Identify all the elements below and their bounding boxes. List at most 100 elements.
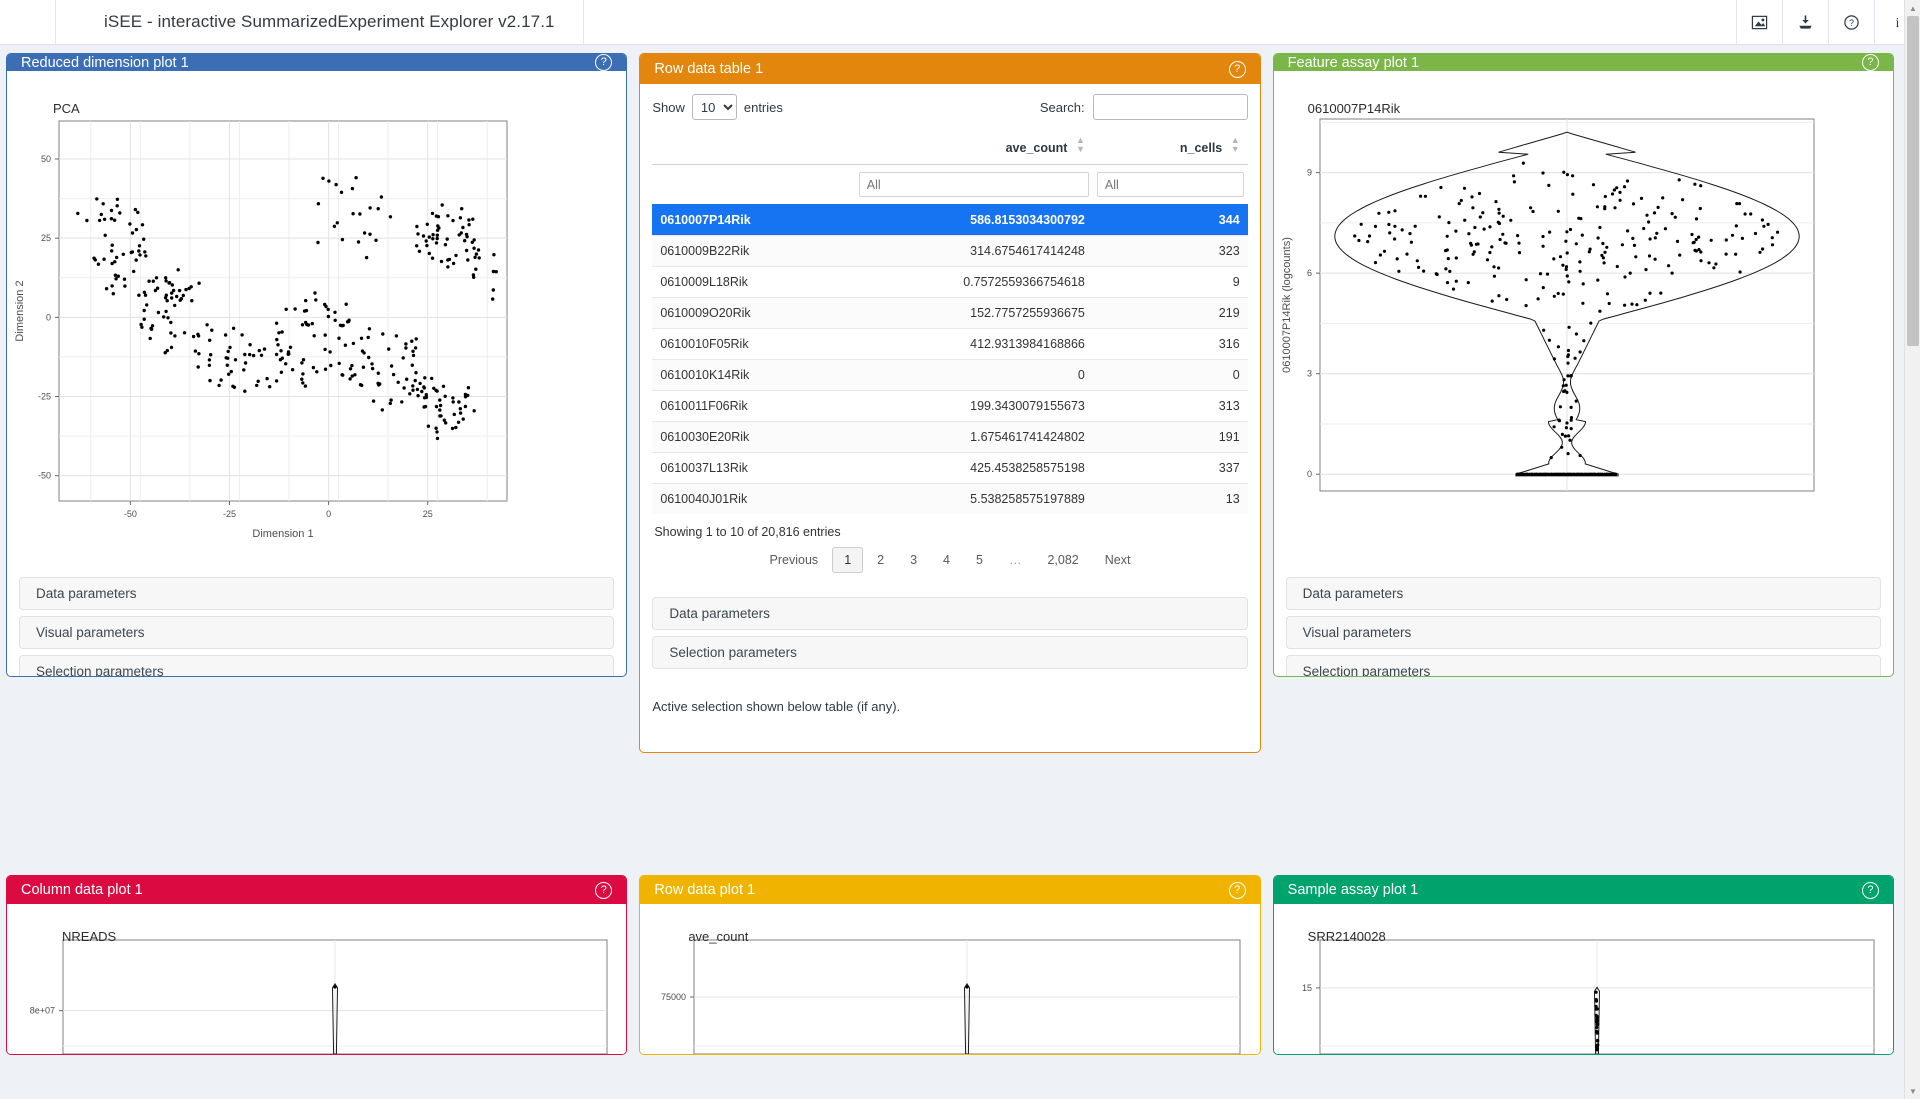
cell-n-cells: 323 xyxy=(1092,235,1248,267)
panel-row-data-table: Row data table 1 ? Show 10 entries Searc… xyxy=(639,53,1261,753)
pagination-[interactable]: … xyxy=(997,547,1034,573)
collapse-selection-parameters-fa[interactable]: Selection parameters xyxy=(1285,655,1881,676)
panel-help-icon-reduced-dimension[interactable]: ? xyxy=(595,54,613,71)
sort-icon-n-cells[interactable]: ▲ ▼ xyxy=(1231,136,1240,154)
help-icon[interactable]: ? xyxy=(1828,0,1874,44)
pagination-previous[interactable]: Previous xyxy=(758,547,831,573)
cell-id: 0610009L18Rik xyxy=(652,266,855,298)
cell-id: 0610007P14Rik xyxy=(652,204,855,236)
table-row[interactable]: 0610007P14Rik 586.8153034300792 344 xyxy=(652,204,1248,236)
panel-help-icon-column-data-plot[interactable]: ? xyxy=(595,881,613,899)
row-data-table: ave_count ▲ ▼ n_cells ▲ ▼ All All 061000… xyxy=(652,134,1248,514)
panel-help-icon-row-data-table[interactable]: ? xyxy=(1228,60,1246,78)
panel-header-row-data-plot: Row data plot 1 ? xyxy=(640,876,1260,904)
panel-header-row-data-table: Row data table 1 ? xyxy=(640,54,1260,84)
cell-n-cells: 313 xyxy=(1092,390,1248,422)
panel-help-icon-row-data-plot[interactable]: ? xyxy=(1228,881,1246,899)
cell-n-cells: 344 xyxy=(1092,204,1248,236)
cell-ave-count: 0.7572559366754618 xyxy=(854,266,1093,298)
table-row[interactable]: 0610040J01Rik 5.538258575197889 13 xyxy=(652,483,1248,514)
entries-label: entries xyxy=(743,99,783,115)
collapse-visual-parameters-fa[interactable]: Visual parameters xyxy=(1285,616,1881,649)
table-row[interactable]: 0610011F06Rik 199.3430079155673 313 xyxy=(652,390,1248,422)
pagination-3[interactable]: 3 xyxy=(898,547,929,573)
app-navbar: iSEE - interactive SummarizedExperiment … xyxy=(0,0,1920,45)
scroll-up-arrow[interactable]: ▲ xyxy=(1905,0,1920,16)
column-header-ave-count[interactable]: ave_count ▲ ▼ xyxy=(854,134,1093,165)
cell-ave-count: 412.9313984168866 xyxy=(854,328,1093,360)
panel-row-data-plot: Row data plot 1 ? ave_count 75000 xyxy=(639,875,1261,1055)
column-header-id[interactable] xyxy=(652,134,855,165)
collapse-selection-parameters-rd[interactable]: Selection parameters xyxy=(19,655,615,677)
collapse-label: Visual parameters xyxy=(36,625,145,640)
datatable-controls: Show 10 entries Search: xyxy=(652,94,1248,120)
column-header-label: n_cells xyxy=(1179,141,1223,155)
svg-text:0: 0 xyxy=(46,312,51,322)
row-data-plot-area[interactable]: ave_count 75000 xyxy=(640,904,1260,1054)
table-row[interactable]: 0610030E20Rik 1.675461741424802 191 xyxy=(652,421,1248,453)
collapse-label: Selection parameters xyxy=(36,664,164,677)
page-length-select[interactable]: 10 xyxy=(691,94,737,120)
svg-text:50: 50 xyxy=(41,154,51,164)
cell-n-cells: 191 xyxy=(1092,421,1248,453)
collapse-label: Visual parameters xyxy=(1302,625,1412,640)
table-row[interactable]: 0610037L13Rik 425.4538258575198 337 xyxy=(652,452,1248,484)
cell-n-cells: 0 xyxy=(1092,359,1248,391)
scroll-down-arrow[interactable]: ▼ xyxy=(1905,1083,1920,1099)
table-row[interactable]: 0610010F05Rik 412.9313984168866 316 xyxy=(652,328,1248,360)
pagination-next[interactable]: Next xyxy=(1093,547,1143,573)
filter-input-ave-count[interactable] xyxy=(858,172,1089,197)
table-row[interactable]: 0610009L18Rik 0.7572559366754618 9 xyxy=(652,266,1248,298)
collapse-label: Data parameters xyxy=(669,606,770,621)
panel-title-sample-assay-plot: Sample assay plot 1 xyxy=(1287,882,1419,898)
svg-text:25: 25 xyxy=(41,233,51,243)
cell-id: 0610011F06Rik xyxy=(652,390,855,422)
cell-n-cells: 219 xyxy=(1092,297,1248,329)
page-scrollbar[interactable]: ▲ ▼ xyxy=(1904,0,1920,1099)
collapse-data-parameters-fa[interactable]: Data parameters xyxy=(1285,577,1881,610)
reduced-dimension-plot-area[interactable]: PCA -50 -25 0 25 -50 -25 0 25 50 Dimension 1 Dimen… xyxy=(7,71,627,571)
collapse-data-parameters-rd[interactable]: Data parameters xyxy=(19,577,615,610)
plot-title-srr: SRR2140028 xyxy=(1307,929,1386,944)
collapse-selection-parameters-rdt[interactable]: Selection parameters xyxy=(652,636,1248,669)
pagination-4[interactable]: 4 xyxy=(931,547,962,573)
panel-board: Reduced dimension plot 1 ? PCA -50 -25 0 25… xyxy=(0,45,1904,1055)
panel-header-feature-assay: Feature assay plot 1 ? xyxy=(1273,54,1893,71)
table-row[interactable]: 0610009B22Rik 314.6754617414248 323 xyxy=(652,235,1248,267)
collapse-list-feature-assay: Data parameters Visual parameters Select… xyxy=(1274,571,1893,676)
svg-text:-25: -25 xyxy=(223,509,236,519)
pagination-5[interactable]: 5 xyxy=(964,547,995,573)
cell-n-cells: 316 xyxy=(1092,328,1248,360)
search-input[interactable] xyxy=(1092,94,1248,120)
column-filter-row xyxy=(652,165,1247,205)
sort-icon-ave-count[interactable]: ▲ ▼ xyxy=(1076,136,1085,154)
cell-id: 0610009B22Rik xyxy=(652,235,855,267)
svg-text:8e+07: 8e+07 xyxy=(30,1006,55,1016)
panel-row-top: Reduced dimension plot 1 ? PCA -50 -25 0 25… xyxy=(6,53,1894,753)
panel-title-reduced-dimension: Reduced dimension plot 1 xyxy=(21,54,189,71)
pagination-2082[interactable]: 2,082 xyxy=(1035,547,1090,573)
collapse-data-parameters-rdt[interactable]: Data parameters xyxy=(652,597,1248,630)
feature-assay-plot-area[interactable]: 0610007P14Rik 0 3 6 9 0610007P14Rik (logcoun… xyxy=(1273,71,1893,571)
sample-assay-plot-area[interactable]: SRR2140028 15 xyxy=(1273,904,1893,1054)
collapse-visual-parameters-rd[interactable]: Visual parameters xyxy=(19,616,615,649)
column-data-plot-area[interactable]: NREADS 8e+07 xyxy=(7,904,627,1054)
table-row[interactable]: 0610010K14Rik 0 0 xyxy=(652,359,1248,391)
scrollbar-thumb[interactable] xyxy=(1907,16,1919,346)
cell-id: 0610010K14Rik xyxy=(652,359,855,391)
organize-panels-icon[interactable] xyxy=(1736,0,1782,44)
pagination-1[interactable]: 1 xyxy=(832,547,864,573)
svg-text:?: ? xyxy=(1849,17,1854,27)
filter-cell-n-cells xyxy=(1093,165,1248,205)
table-row[interactable]: 0610009O20Rik 152.7757255936675 219 xyxy=(652,297,1248,329)
pagination-2[interactable]: 2 xyxy=(865,547,896,573)
svg-text:i: i xyxy=(1895,14,1899,29)
panel-help-icon-feature-assay[interactable]: ? xyxy=(1861,54,1879,71)
column-header-n-cells[interactable]: n_cells ▲ ▼ xyxy=(1092,134,1248,165)
filter-input-n-cells[interactable] xyxy=(1096,172,1244,197)
panel-reduced-dimension-plot: Reduced dimension plot 1 ? PCA -50 -25 0 25… xyxy=(6,53,628,677)
panel-help-icon-sample-assay-plot[interactable]: ? xyxy=(1861,881,1879,899)
row-data-plot-svg: 75000 xyxy=(661,939,1241,1054)
panel-title-feature-assay: Feature assay plot 1 xyxy=(1287,54,1420,71)
download-icon[interactable] xyxy=(1782,0,1828,44)
